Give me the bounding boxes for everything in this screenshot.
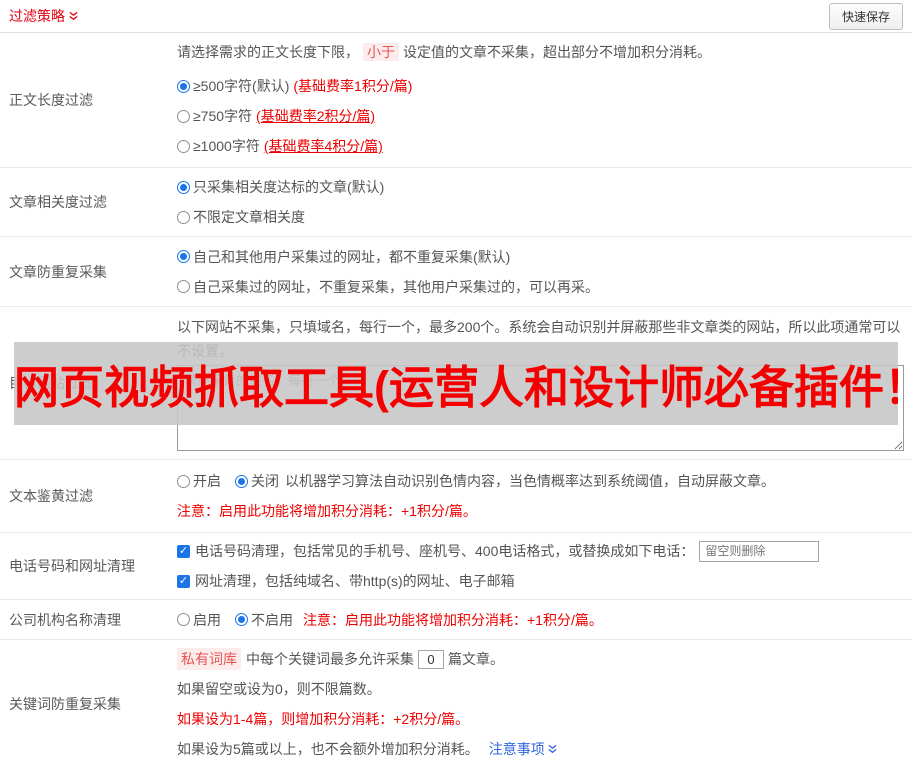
radio-icon[interactable] bbox=[177, 613, 190, 626]
relevance-option-any[interactable]: 不限定文章相关度 bbox=[177, 202, 904, 232]
topbar: 过滤策略 快速保存 bbox=[0, 0, 912, 33]
porn-filter-options: 开启 关闭 以机器学习算法自动识别色情内容，当色情概率达到系统阈值，自动屏蔽文章… bbox=[177, 466, 904, 496]
fee-note: (基础费率1积分/篇) bbox=[293, 78, 413, 94]
radio-checked-icon[interactable] bbox=[177, 180, 190, 194]
company-option-on[interactable]: 启用 bbox=[177, 610, 235, 630]
checkbox-checked-icon[interactable] bbox=[177, 544, 190, 558]
checkbox-checked-icon[interactable] bbox=[177, 574, 190, 588]
quick-save-button[interactable]: 快速保存 bbox=[828, 2, 903, 30]
private-lexicon-badge: 私有词库 bbox=[177, 648, 241, 670]
porn-option-on[interactable]: 开启 bbox=[177, 471, 235, 491]
relevance-option-strict[interactable]: 只采集相关度达标的文章(默认) bbox=[177, 172, 904, 202]
keyword-limit-line: 私有词库 中每个关键词最多允许采集 篇文章。 bbox=[177, 644, 904, 674]
radio-checked-icon[interactable] bbox=[235, 613, 248, 626]
replacement-phone-input[interactable] bbox=[699, 540, 820, 562]
porn-option-off[interactable]: 关闭 bbox=[235, 471, 279, 491]
dedup-option-all[interactable]: 自己和其他用户采集过的网址，都不重复采集(默认) bbox=[177, 242, 904, 272]
radio-checked-icon[interactable] bbox=[177, 79, 190, 93]
porn-filter-label: 文本鉴黄过滤 bbox=[9, 488, 93, 504]
company-cleanup-note: 注意：启用此功能将增加积分消耗：+1积分/篇。 bbox=[303, 611, 603, 628]
length-option-750[interactable]: ≥750字符 (基础费率2积分/篇) bbox=[177, 101, 904, 131]
page-title-toggle[interactable]: 过滤策略 bbox=[9, 6, 79, 26]
row-porn-filter: 文本鉴黄过滤 开启 关闭 以机器学习算法自动识别色情内容，当色情概率达到系统阈值… bbox=[0, 460, 912, 533]
keyword-note-unlimited: 如果留空或设为0，则不限篇数。 bbox=[177, 681, 381, 697]
row-phone-url-cleanup: 电话号码和网址清理 电话号码清理，包括常见的手机号、座机号、400电话格式，或替… bbox=[0, 533, 912, 600]
dedup-option-self[interactable]: 自己采集过的网址，不重复采集，其他用户采集过的，可以再采。 bbox=[177, 272, 904, 302]
company-cleanup-options: 启用 不启用 注意：启用此功能将增加积分消耗：+1积分/篇。 bbox=[177, 605, 904, 635]
overlay-ad-banner: 网页视频抓取工具(运营人和设计师必备插件！( bbox=[14, 342, 898, 425]
row-dedup-collection: 文章防重复采集 自己和其他用户采集过的网址，都不重复采集(默认) 自己采集过的网… bbox=[0, 237, 912, 307]
radio-icon[interactable] bbox=[177, 280, 190, 293]
row-relevance-filter: 文章相关度过滤 只采集相关度达标的文章(默认) 不限定文章相关度 bbox=[0, 168, 912, 237]
radio-icon[interactable] bbox=[177, 139, 190, 153]
length-option-1000[interactable]: ≥1000字符 (基础费率4积分/篇) bbox=[177, 131, 904, 161]
company-option-off[interactable]: 不启用 bbox=[235, 610, 293, 630]
phone-url-label: 电话号码和网址清理 bbox=[9, 558, 135, 574]
chevron-double-down-icon bbox=[68, 11, 79, 22]
notice-link[interactable]: 注意事项 bbox=[489, 739, 558, 759]
length-option-500[interactable]: ≥500字符(默认) (基础费率1积分/篇) bbox=[177, 71, 904, 101]
company-cleanup-label: 公司机构名称清理 bbox=[9, 611, 121, 628]
row-length-filter: 正文长度过滤 请选择需求的正文长度下限， 小于 设定值的文章不采集，超出部分不增加积… bbox=[0, 33, 912, 168]
radio-icon[interactable] bbox=[177, 474, 190, 488]
porn-filter-note: 注意：启用此功能将增加积分消耗：+1积分/篇。 bbox=[177, 503, 477, 519]
fee-note: (基础费率4积分/篇) bbox=[263, 138, 383, 154]
dedup-label: 文章防重复采集 bbox=[9, 263, 107, 280]
less-than-badge: 小于 bbox=[363, 43, 399, 61]
overlay-ad-banner-text: 网页视频抓取工具(运营人和设计师必备插件！( bbox=[14, 362, 898, 413]
relevance-filter-label: 文章相关度过滤 bbox=[9, 194, 107, 210]
row-keyword-dedup: 关键词防重复采集 私有词库 中每个关键词最多允许采集 篇文章。 如果留空或设为0… bbox=[0, 640, 912, 768]
url-cleanup-option[interactable]: 网址清理，包括纯域名、带http(s)的网址、电子邮箱 bbox=[177, 566, 904, 596]
phone-cleanup-option[interactable]: 电话号码清理，包括常见的手机号、座机号、400电话格式，或替换成如下电话： bbox=[177, 536, 904, 566]
fee-note: (基础费率2积分/篇) bbox=[256, 108, 376, 124]
radio-checked-icon[interactable] bbox=[177, 250, 190, 263]
page-title: 过滤策略 bbox=[9, 8, 65, 24]
radio-icon[interactable] bbox=[177, 109, 190, 123]
keyword-note-five-plus: 如果设为5篇或以上，也不会额外增加积分消耗。 注意事项 bbox=[177, 734, 904, 764]
length-filter-desc: 请选择需求的正文长度下限， 小于 设定值的文章不采集，超出部分不增加积分消耗。 bbox=[177, 43, 711, 61]
radio-icon[interactable] bbox=[177, 210, 190, 224]
filter-strategy-page: 过滤策略 快速保存 正文长度过滤 请选择需求的正文长度下限， 小于 设定值的文章不采… bbox=[0, 0, 912, 768]
row-company-cleanup: 公司机构名称清理 启用 不启用 注意：启用此功能将增加积分消耗：+1积分/篇。 bbox=[0, 600, 912, 640]
keyword-note-fee: 如果设为1-4篇，则增加积分消耗：+2积分/篇。 bbox=[177, 711, 470, 727]
radio-checked-icon[interactable] bbox=[235, 474, 248, 488]
keyword-dedup-label: 关键词防重复采集 bbox=[9, 696, 121, 712]
porn-filter-desc: 以机器学习算法自动识别色情内容，当色情概率达到系统阈值，自动屏蔽文章。 bbox=[285, 473, 775, 489]
keyword-count-input[interactable] bbox=[418, 649, 444, 669]
length-filter-label: 正文长度过滤 bbox=[9, 92, 93, 108]
chevron-double-down-icon bbox=[547, 744, 558, 755]
